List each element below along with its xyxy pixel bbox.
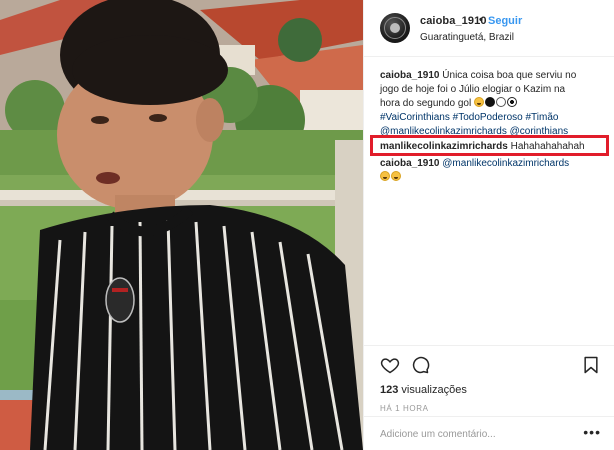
crying-face-emoji-icon [380,171,390,181]
view-count: 123 visualizações [380,384,467,396]
white-circle-emoji-icon [495,97,506,107]
post-username[interactable]: caioba_1910 [420,15,487,27]
avatar[interactable] [380,13,410,43]
caption-hashtags[interactable]: #VaiCorinthians #TodoPoderoso #Timão [380,111,558,125]
bookmark-icon[interactable] [581,355,601,375]
view-count-label: visualizações [401,384,467,396]
soccer-ball-emoji-icon [506,97,517,107]
caption-line-3: hora do segundo gol [380,97,518,111]
reply-username[interactable]: manlikecolinkazimrichards [380,141,508,152]
view-count-number: 123 [380,384,399,396]
comment-response: caioba_1910 @manlikecolinkazimrichards [380,157,569,171]
post-media[interactable] [0,0,363,450]
caption-line-2: jogo de hoje foi o Júlio elogiar o Kazim… [380,83,565,97]
add-comment-bar: ••• [364,416,614,450]
comment-response-emojis [380,171,402,185]
caption-text-2: jogo de hoje foi o Júlio elogiar o Kazim… [380,84,566,95]
more-options-icon[interactable]: ••• [583,425,601,439]
response-username[interactable]: caioba_1910 [380,158,440,169]
heart-icon[interactable] [380,355,400,375]
crying-face-emoji-icon [391,171,401,181]
post-timestamp[interactable]: HÁ 1 HORA [380,404,429,413]
response-mention[interactable]: @manlikecolinkazimrichards [442,158,569,169]
post-actions: 123 visualizações HÁ 1 HORA ••• [364,345,614,450]
caption-text-3: hora do segundo gol [380,98,472,109]
avatar-logo [390,23,400,33]
comment-reply: manlikecolinkazimrichards Hahahahahahah [380,140,585,154]
separator-dot: • [479,14,483,26]
comment-input[interactable] [380,426,580,442]
follow-button[interactable]: Seguir [488,15,522,27]
comments-list: caioba_1910 Única coisa boa que serviu n… [364,57,614,347]
post-sidebar: caioba_1910 • Seguir Guaratinguetá, Braz… [363,0,614,450]
post-photo [0,0,363,450]
comment-icon[interactable] [410,355,430,375]
caption-text-1: Única coisa boa que serviu no [442,70,577,81]
caption-line-1: caioba_1910 Única coisa boa que serviu n… [380,69,576,83]
instagram-post: caioba_1910 • Seguir Guaratinguetá, Braz… [0,0,614,450]
black-circle-emoji-icon [484,97,495,107]
caption-username[interactable]: caioba_1910 [380,70,440,81]
crying-face-emoji-icon [473,97,484,107]
post-location[interactable]: Guaratinguetá, Brazil [420,32,514,43]
reply-text: Hahahahahahah [510,141,585,152]
post-header: caioba_1910 • Seguir Guaratinguetá, Braz… [364,0,614,57]
